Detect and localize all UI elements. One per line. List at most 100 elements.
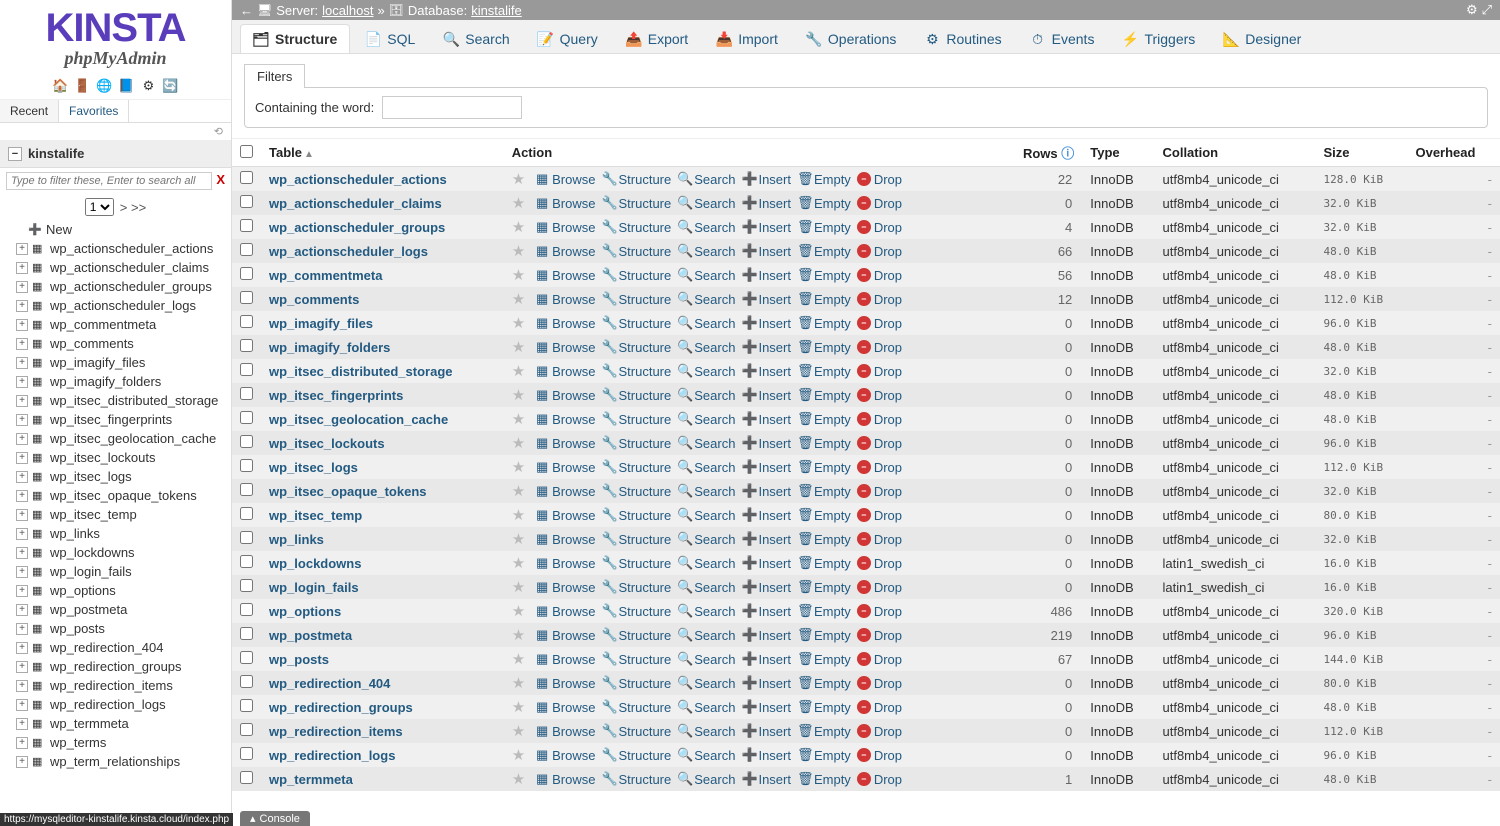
filter-input[interactable] xyxy=(6,172,212,190)
empty-action[interactable]: 🗑Empty xyxy=(795,195,853,211)
expand-icon[interactable]: + xyxy=(16,737,28,749)
browse-action[interactable]: ▦Browse xyxy=(533,699,597,715)
structure-action[interactable]: 🔧Structure xyxy=(600,387,674,403)
structure-action[interactable]: 🔧Structure xyxy=(600,603,674,619)
drop-action[interactable]: −Drop xyxy=(855,628,904,643)
tree-item[interactable]: + ▦ wp_posts xyxy=(4,619,227,638)
browse-action[interactable]: ▦Browse xyxy=(533,243,597,259)
db-header[interactable]: − kinstalife xyxy=(0,140,231,168)
empty-action[interactable]: 🗑Empty xyxy=(795,387,853,403)
expand-icon[interactable]: + xyxy=(16,756,28,768)
tree-item[interactable]: + ▦ wp_itsec_logs xyxy=(4,467,227,486)
tree-item[interactable]: + ▦ wp_commentmeta xyxy=(4,315,227,334)
empty-action[interactable]: 🗑Empty xyxy=(795,627,853,643)
col-table[interactable]: Table▲ xyxy=(261,139,504,167)
search-action[interactable]: 🔍Search xyxy=(675,579,737,595)
row-checkbox[interactable] xyxy=(240,339,253,352)
star-icon[interactable]: ★ xyxy=(512,626,525,644)
empty-action[interactable]: 🗑Empty xyxy=(795,243,853,259)
back-icon[interactable]: ← xyxy=(240,3,253,18)
star-icon[interactable]: ★ xyxy=(512,458,525,476)
filter-word-input[interactable] xyxy=(382,96,522,119)
tab-favorites[interactable]: Favorites xyxy=(59,100,129,122)
search-action[interactable]: 🔍Search xyxy=(675,315,737,331)
browse-action[interactable]: ▦Browse xyxy=(533,267,597,283)
col-overhead[interactable]: Overhead xyxy=(1407,139,1500,167)
empty-action[interactable]: 🗑Empty xyxy=(795,291,853,307)
logout-icon[interactable]: 🚪 xyxy=(74,77,92,95)
empty-action[interactable]: 🗑Empty xyxy=(795,555,853,571)
insert-action[interactable]: ➕Insert xyxy=(739,627,793,643)
empty-action[interactable]: 🗑Empty xyxy=(795,579,853,595)
star-icon[interactable]: ★ xyxy=(512,602,525,620)
expand-icon[interactable]: + xyxy=(16,414,28,426)
expand-icon[interactable]: + xyxy=(16,604,28,616)
row-checkbox[interactable] xyxy=(240,675,253,688)
table-link[interactable]: wp_termmeta xyxy=(269,772,353,787)
structure-action[interactable]: 🔧Structure xyxy=(600,627,674,643)
empty-action[interactable]: 🗑Empty xyxy=(795,411,853,427)
table-link[interactable]: wp_itsec_logs xyxy=(269,460,358,475)
structure-action[interactable]: 🔧Structure xyxy=(600,483,674,499)
search-action[interactable]: 🔍Search xyxy=(675,771,737,787)
insert-action[interactable]: ➕Insert xyxy=(739,315,793,331)
browse-action[interactable]: ▦Browse xyxy=(533,411,597,427)
docs-icon[interactable]: 📘 xyxy=(118,77,136,95)
reload-icon[interactable]: 🔄 xyxy=(162,77,180,95)
nav-structure[interactable]: 🗂Structure xyxy=(240,24,350,53)
structure-action[interactable]: 🔧Structure xyxy=(600,267,674,283)
search-action[interactable]: 🔍Search xyxy=(675,171,737,187)
drop-action[interactable]: −Drop xyxy=(855,748,904,763)
star-icon[interactable]: ★ xyxy=(512,506,525,524)
tree-item[interactable]: + ▦ wp_term_relationships xyxy=(4,752,227,771)
drop-action[interactable]: −Drop xyxy=(855,268,904,283)
browse-action[interactable]: ▦Browse xyxy=(533,747,597,763)
empty-action[interactable]: 🗑Empty xyxy=(795,771,853,787)
col-collation[interactable]: Collation xyxy=(1155,139,1316,167)
expand-icon[interactable]: + xyxy=(16,699,28,711)
structure-action[interactable]: 🔧Structure xyxy=(600,315,674,331)
expand-icon[interactable]: + xyxy=(16,680,28,692)
browse-action[interactable]: ▦Browse xyxy=(533,363,597,379)
star-icon[interactable]: ★ xyxy=(512,746,525,764)
table-link[interactable]: wp_itsec_temp xyxy=(269,508,362,523)
expand-icon[interactable]: + xyxy=(16,357,28,369)
expand-icon[interactable]: + xyxy=(16,338,28,350)
empty-action[interactable]: 🗑Empty xyxy=(795,339,853,355)
drop-action[interactable]: −Drop xyxy=(855,340,904,355)
star-icon[interactable]: ★ xyxy=(512,170,525,188)
nav-sql[interactable]: 📄SQL xyxy=(352,24,428,53)
col-rows[interactable]: Rows ⓘ xyxy=(1000,139,1082,167)
info-icon[interactable]: ⓘ xyxy=(1061,146,1074,161)
structure-action[interactable]: 🔧Structure xyxy=(600,291,674,307)
browse-action[interactable]: ▦Browse xyxy=(533,459,597,475)
table-link[interactable]: wp_actionscheduler_groups xyxy=(269,220,445,235)
search-action[interactable]: 🔍Search xyxy=(675,387,737,403)
nav-operations[interactable]: 🔧Operations xyxy=(793,24,909,53)
insert-action[interactable]: ➕Insert xyxy=(739,243,793,259)
search-action[interactable]: 🔍Search xyxy=(675,459,737,475)
search-action[interactable]: 🔍Search xyxy=(675,651,737,667)
nav-import[interactable]: 📥Import xyxy=(703,24,791,53)
structure-action[interactable]: 🔧Structure xyxy=(600,531,674,547)
star-icon[interactable]: ★ xyxy=(512,338,525,356)
expand-icon[interactable]: + xyxy=(16,319,28,331)
empty-action[interactable]: 🗑Empty xyxy=(795,219,853,235)
star-icon[interactable]: ★ xyxy=(512,362,525,380)
nav-events[interactable]: ⏱Events xyxy=(1017,24,1108,53)
star-icon[interactable]: ★ xyxy=(512,698,525,716)
insert-action[interactable]: ➕Insert xyxy=(739,267,793,283)
structure-action[interactable]: 🔧Structure xyxy=(600,411,674,427)
search-action[interactable]: 🔍Search xyxy=(675,435,737,451)
row-checkbox[interactable] xyxy=(240,387,253,400)
table-link[interactable]: wp_lockdowns xyxy=(269,556,361,571)
star-icon[interactable]: ★ xyxy=(512,194,525,212)
insert-action[interactable]: ➕Insert xyxy=(739,675,793,691)
drop-action[interactable]: −Drop xyxy=(855,724,904,739)
structure-action[interactable]: 🔧Structure xyxy=(600,699,674,715)
browse-action[interactable]: ▦Browse xyxy=(533,435,597,451)
insert-action[interactable]: ➕Insert xyxy=(739,291,793,307)
col-size[interactable]: Size xyxy=(1316,139,1408,167)
browse-action[interactable]: ▦Browse xyxy=(533,531,597,547)
star-icon[interactable]: ★ xyxy=(512,290,525,308)
